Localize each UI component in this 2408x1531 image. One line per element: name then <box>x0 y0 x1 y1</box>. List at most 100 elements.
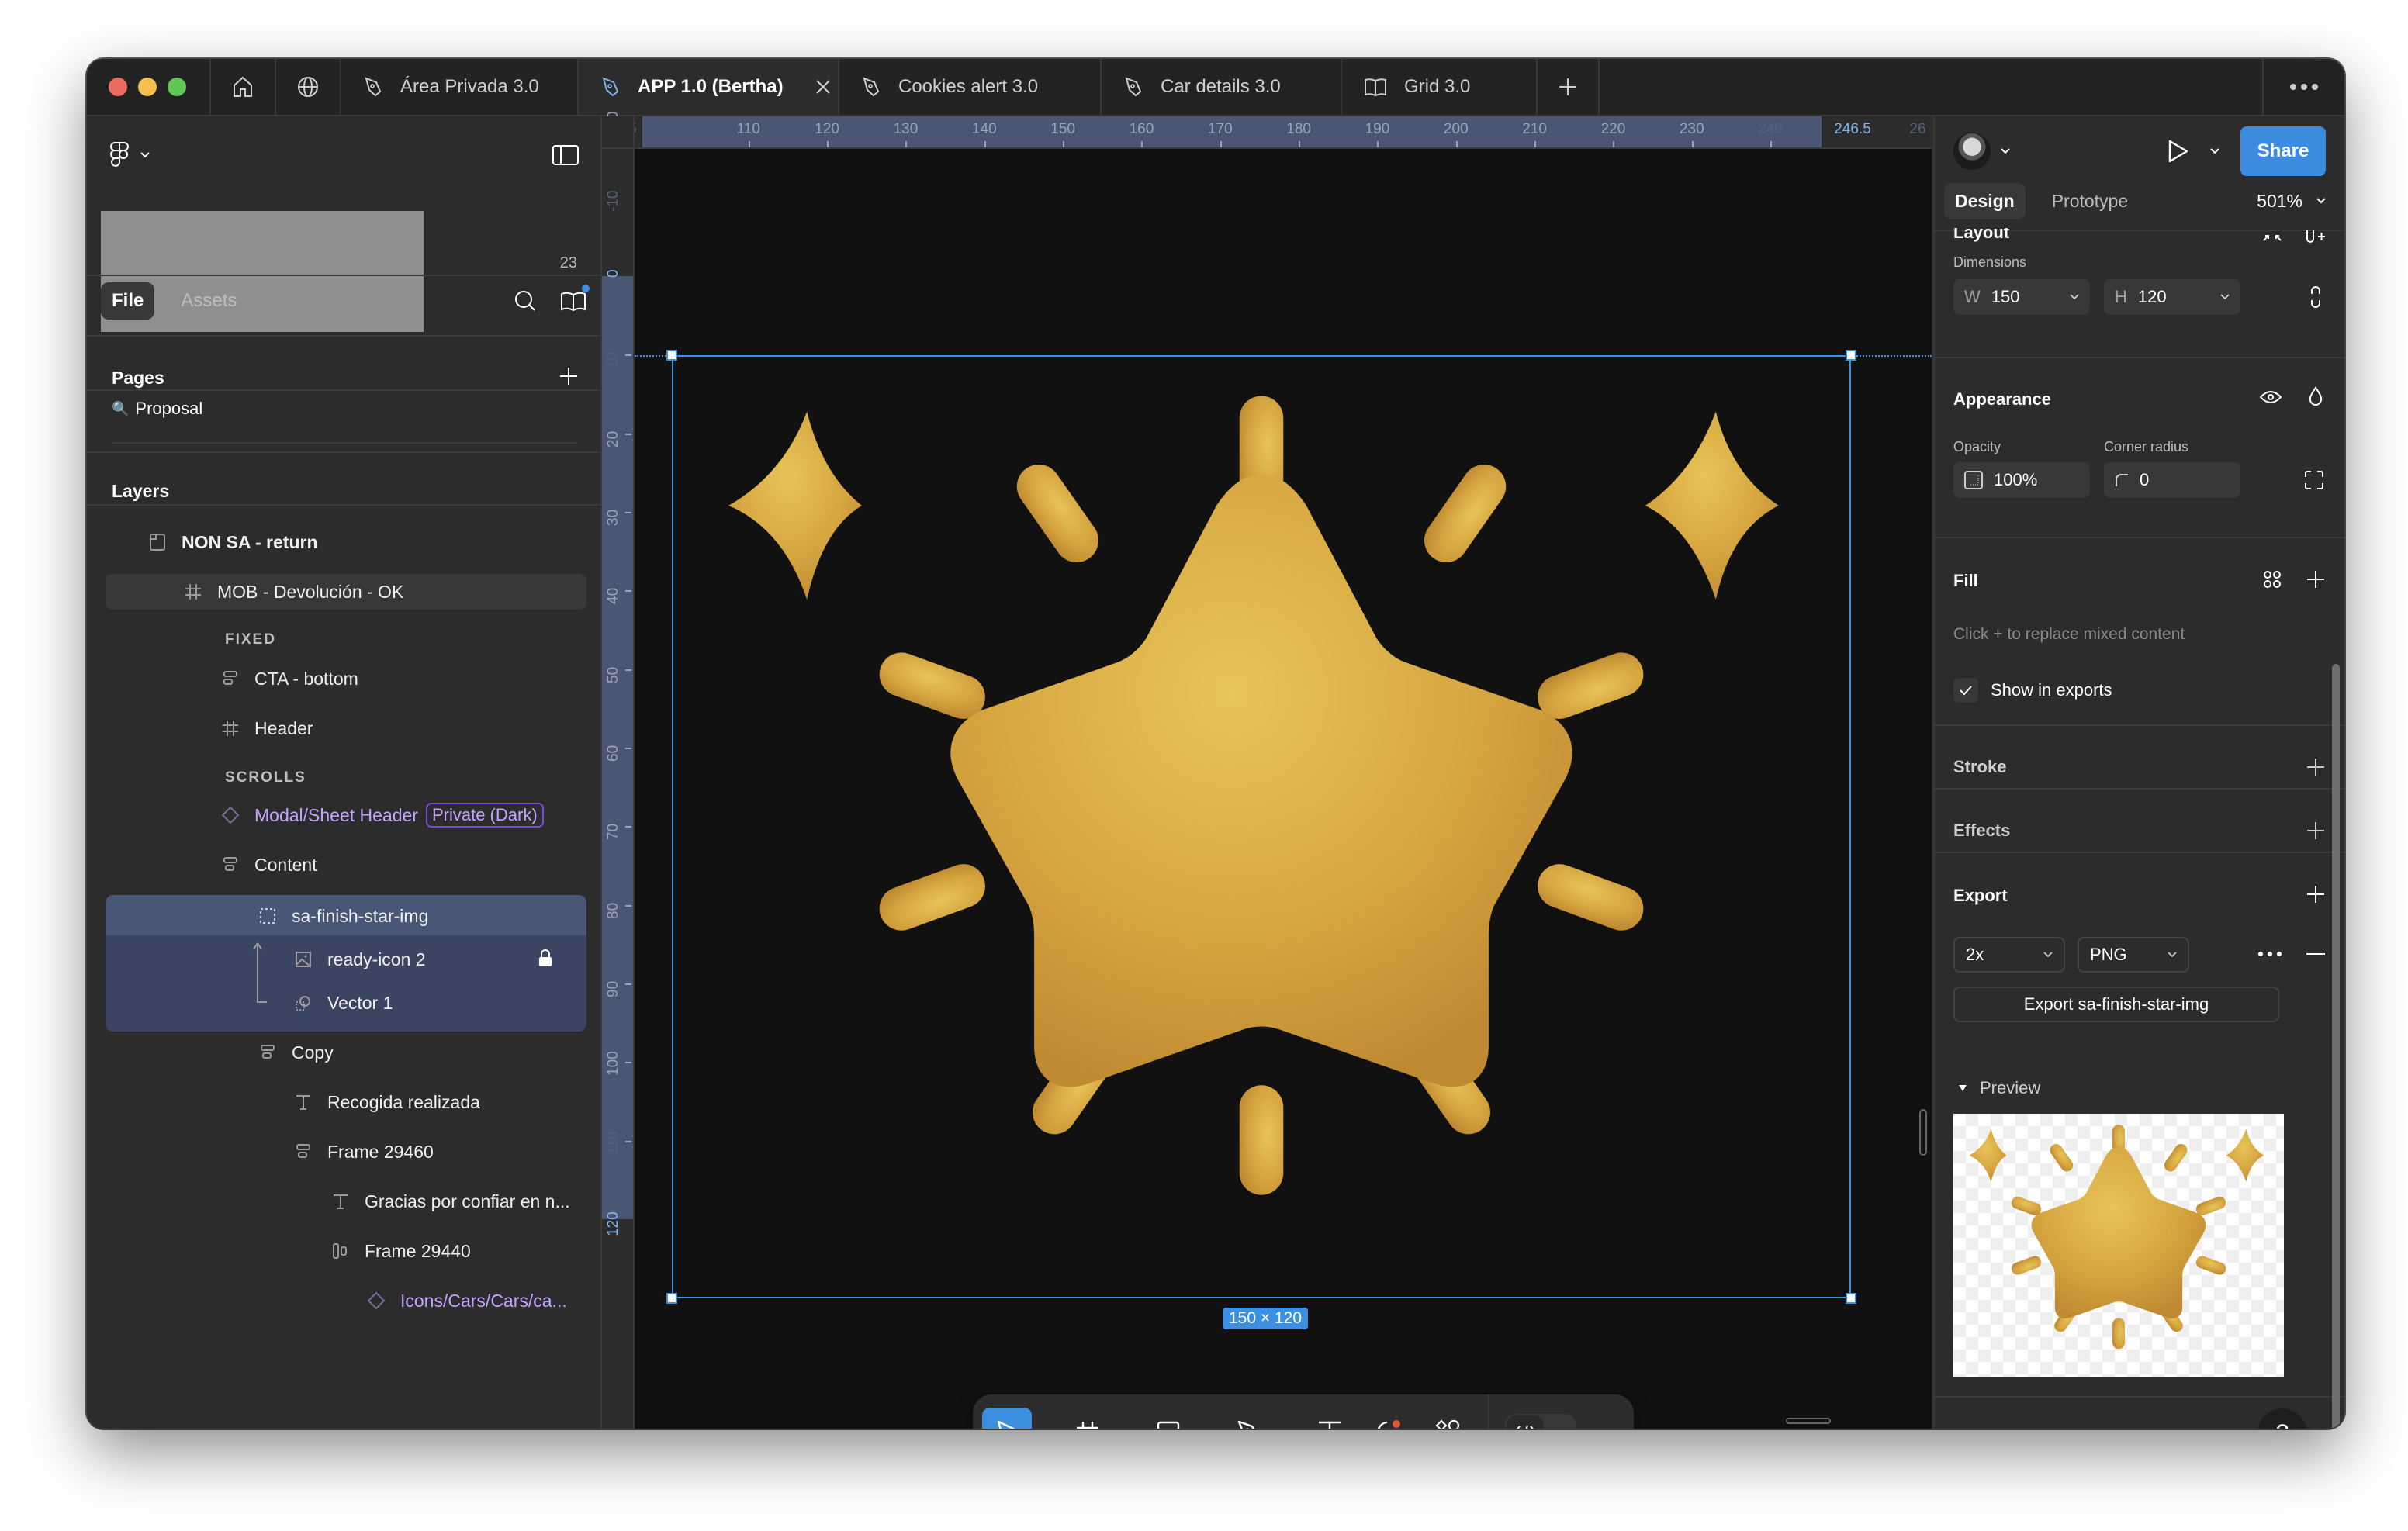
frame-tool-button[interactable] <box>1063 1408 1112 1429</box>
corner-radius-field[interactable]: 0 <box>2104 462 2240 498</box>
tab-assets[interactable]: Assets <box>170 282 247 320</box>
add-stroke-icon[interactable] <box>2306 757 2326 777</box>
selected-frame[interactable] <box>672 355 1851 1298</box>
tab-prototype[interactable]: Prototype <box>2041 183 2139 219</box>
horizontal-scrollbar[interactable] <box>1786 1418 1831 1424</box>
ruler-tick <box>1377 141 1379 147</box>
help-button[interactable]: ? <box>2258 1408 2307 1429</box>
layer-row[interactable]: Frame 29440 <box>106 1233 586 1269</box>
resize-to-fit-icon[interactable] <box>2262 231 2282 242</box>
chevron-down-icon[interactable] <box>2000 147 2011 155</box>
shape-tool-button[interactable] <box>1143 1408 1193 1429</box>
more-options-button[interactable] <box>2264 59 2344 115</box>
page-item-proposal[interactable]: 🔍 Proposal <box>112 399 202 419</box>
present-play-icon[interactable] <box>2168 139 2189 164</box>
layer-row[interactable]: Modal/Sheet Header Private (Dark) <box>106 797 586 833</box>
horizontal-ruler[interactable]: 96.5110120130140150160170180190200210220… <box>602 116 1932 149</box>
add-fill-icon[interactable] <box>2306 569 2326 589</box>
right-panel-scrollbar[interactable] <box>2332 664 2340 1429</box>
preview-toggle[interactable]: Preview <box>1958 1078 2040 1098</box>
remove-export-icon[interactable] <box>2306 952 2326 956</box>
add-page-icon[interactable] <box>559 366 579 386</box>
close-tab-icon[interactable] <box>815 78 832 95</box>
resize-handle-bottom-left[interactable] <box>666 1293 677 1304</box>
tab-design[interactable]: Design <box>1944 182 2026 219</box>
rectangle-icon <box>1156 1420 1181 1429</box>
vertical-ruler[interactable]: -20-100102030405060708090100110120 <box>602 112 635 1429</box>
divider <box>87 504 600 506</box>
tab-area-privada[interactable]: Área Privada 3.0 <box>341 59 579 115</box>
ruler-tick-label: 140 <box>971 121 997 137</box>
comment-tool-button[interactable] <box>1364 1408 1413 1429</box>
main-menu-button[interactable] <box>110 141 150 169</box>
export-scale-select[interactable]: 2x <box>1953 937 2065 973</box>
layer-row[interactable]: Recogida realizada <box>106 1084 586 1120</box>
constrain-proportions-icon[interactable] <box>2310 285 2321 309</box>
user-avatar[interactable] <box>1953 133 1991 170</box>
star-ray <box>2011 1256 2042 1275</box>
blend-mode-drop-icon[interactable] <box>2309 386 2323 406</box>
layer-row-selected[interactable]: sa-finish-star-img <box>106 898 586 934</box>
zoom-dropdown[interactable]: 501% <box>2257 191 2326 212</box>
tab-car-details[interactable]: Car details 3.0 <box>1102 59 1342 115</box>
export-format-select[interactable]: PNG <box>2078 937 2189 973</box>
dot <box>2301 84 2307 90</box>
export-button[interactable]: Export sa-finish-star-img <box>1953 987 2279 1022</box>
resize-handle-top-right[interactable] <box>1846 350 1856 361</box>
actions-tool-button[interactable] <box>1423 1408 1472 1429</box>
layer-row[interactable]: Gracias por confiar en n... <box>106 1184 586 1219</box>
opacity-field[interactable]: 100% <box>1953 462 2090 498</box>
lock-icon[interactable] <box>538 949 552 968</box>
design-canvas[interactable]: 150 × 120 <box>635 149 1932 1429</box>
chevron-down-icon[interactable] <box>2209 147 2220 155</box>
layer-row[interactable]: Icons/Cars/Cars/ca... <box>106 1283 586 1318</box>
opacity-value: 100% <box>1994 470 2038 489</box>
resize-handle-top-left[interactable] <box>666 350 677 361</box>
code-icon <box>1513 1424 1538 1429</box>
vertical-scrollbar[interactable] <box>1919 1109 1927 1156</box>
export-settings-more-icon[interactable] <box>2258 951 2282 957</box>
text-tool-button[interactable] <box>1305 1408 1354 1429</box>
layer-row[interactable]: NON SA - return <box>106 524 586 560</box>
tab-file[interactable]: File <box>101 282 155 320</box>
pen-tool-button[interactable] <box>1224 1408 1274 1429</box>
add-effect-icon[interactable] <box>2306 821 2326 841</box>
checkbox-checked-icon <box>1953 678 1978 703</box>
layer-row[interactable]: ready-icon 2 <box>106 942 586 977</box>
tab-cookies-alert[interactable]: Cookies alert 3.0 <box>839 59 1102 115</box>
layer-row[interactable]: Header <box>106 710 586 746</box>
add-export-icon[interactable] <box>2306 884 2326 904</box>
maximize-window-button[interactable] <box>168 78 186 96</box>
share-button[interactable]: Share <box>2240 126 2326 176</box>
ruler-tick <box>1220 141 1222 147</box>
layer-row[interactable]: CTA - bottom <box>106 661 586 696</box>
width-field[interactable]: W 150 <box>1953 279 2090 315</box>
show-in-exports-checkbox[interactable]: Show in exports <box>1953 678 2112 703</box>
resize-handle-bottom-right[interactable] <box>1846 1293 1856 1304</box>
close-window-button[interactable] <box>109 78 127 96</box>
layer-label: Frame 29440 <box>365 1240 471 1261</box>
layer-row[interactable]: Copy <box>106 1035 586 1070</box>
tab-grid[interactable]: Grid 3.0 <box>1342 59 1538 115</box>
dev-mode-toggle[interactable] <box>1505 1414 1576 1429</box>
library-icon[interactable] <box>560 285 590 313</box>
community-button[interactable] <box>276 59 341 115</box>
minimize-window-button[interactable] <box>138 78 157 96</box>
magnifier-emoji-icon: 🔍 <box>112 400 130 416</box>
move-tool-button[interactable] <box>982 1408 1032 1429</box>
toggle-sidebar-icon[interactable] <box>552 145 579 165</box>
corner-radius-value: 0 <box>2140 470 2150 489</box>
eye-icon[interactable] <box>2259 389 2282 405</box>
home-button[interactable] <box>211 59 276 115</box>
layer-row[interactable]: Vector 1 <box>106 985 586 1021</box>
layer-row[interactable]: Frame 29460 <box>106 1134 586 1170</box>
layer-row[interactable]: Content <box>106 847 586 883</box>
styles-grid-icon[interactable] <box>2262 569 2282 589</box>
tab-app-bertha[interactable]: APP 1.0 (Bertha) <box>579 59 839 115</box>
search-icon[interactable] <box>514 289 537 313</box>
independent-corners-icon[interactable] <box>2304 470 2324 490</box>
layer-row[interactable]: MOB - Devolución - OK <box>106 574 586 610</box>
auto-layout-add-icon[interactable] <box>2306 230 2326 244</box>
new-tab-button[interactable] <box>1538 59 1600 115</box>
height-field[interactable]: H 120 <box>2104 279 2240 315</box>
